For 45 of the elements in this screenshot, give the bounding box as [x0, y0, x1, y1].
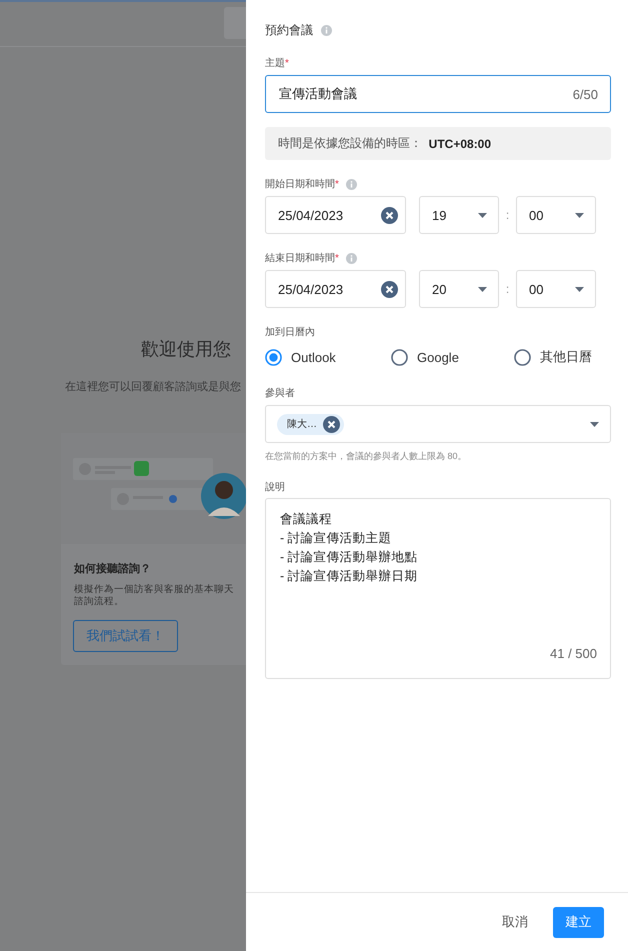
required-mark: *: [285, 58, 289, 68]
time-separator: :: [504, 282, 510, 296]
field-label: 說明: [265, 480, 285, 494]
timezone-note: 時間是依據您設備的時區： UTC+08:00: [265, 127, 611, 160]
attendee-select[interactable]: 陳大…: [265, 405, 611, 443]
attendee-hint: 在您當前的方案中，會議的參與者人數上限為 80。: [265, 450, 468, 463]
field-label: 結束日期和時間: [265, 252, 335, 265]
clear-icon[interactable]: [381, 206, 398, 224]
char-counter: 41 / 500: [550, 645, 597, 663]
minute-select[interactable]: 00: [516, 270, 596, 308]
field-label: 主題: [265, 56, 285, 70]
hour-select[interactable]: 20: [419, 270, 499, 308]
panel-title: 預約會議: [265, 22, 313, 39]
required-mark: *: [335, 252, 339, 264]
minute-select[interactable]: 00: [516, 196, 596, 234]
hour-select[interactable]: 19: [419, 196, 499, 234]
description-textarea[interactable]: 會議議程 - 討論宣傳活動主題 - 討論宣傳活動舉辦地點 - 討論宣傳活動舉辦日期 41 / 500: [265, 498, 611, 679]
char-counter: 6/50: [572, 86, 598, 102]
subject-input[interactable]: 宣傳活動會議 6/50: [265, 75, 611, 113]
card-title: 如何接聽諮詢？: [74, 562, 152, 576]
caret-icon: [590, 422, 599, 426]
field-label: 加到日曆內: [265, 326, 315, 339]
field-label: 參與者: [265, 386, 295, 400]
attendee-chip[interactable]: 陳大…: [277, 414, 344, 434]
date-field[interactable]: 25/04/2023: [265, 196, 406, 234]
calendar-option[interactable]: Google: [391, 348, 514, 366]
cancel-button[interactable]: 取消: [489, 906, 541, 938]
caret-icon: [575, 212, 584, 218]
date-field[interactable]: 25/04/2023: [265, 270, 406, 308]
card-description: 模擬作為一個訪客與客服的基本聊天諮詢流程。: [74, 584, 234, 608]
calendar-option[interactable]: Outlook: [265, 348, 391, 366]
remove-icon[interactable]: [323, 416, 340, 432]
clear-icon[interactable]: [381, 280, 398, 298]
required-mark: *: [335, 178, 339, 190]
info-icon: [346, 178, 357, 190]
time-separator: :: [504, 208, 510, 222]
caret-icon: [575, 286, 584, 292]
welcome-subtitle: 在這裡您可以回覆顧客諮詢或是與您: [65, 380, 242, 394]
welcome-title: 歡迎使用您: [141, 338, 232, 361]
field-label: 開始日期和時間: [265, 178, 335, 191]
caret-icon: [478, 212, 487, 218]
info-icon: [321, 25, 332, 36]
caret-icon: [478, 286, 487, 292]
info-icon: [346, 252, 357, 264]
calendar-option[interactable]: 其他日曆: [514, 348, 592, 366]
